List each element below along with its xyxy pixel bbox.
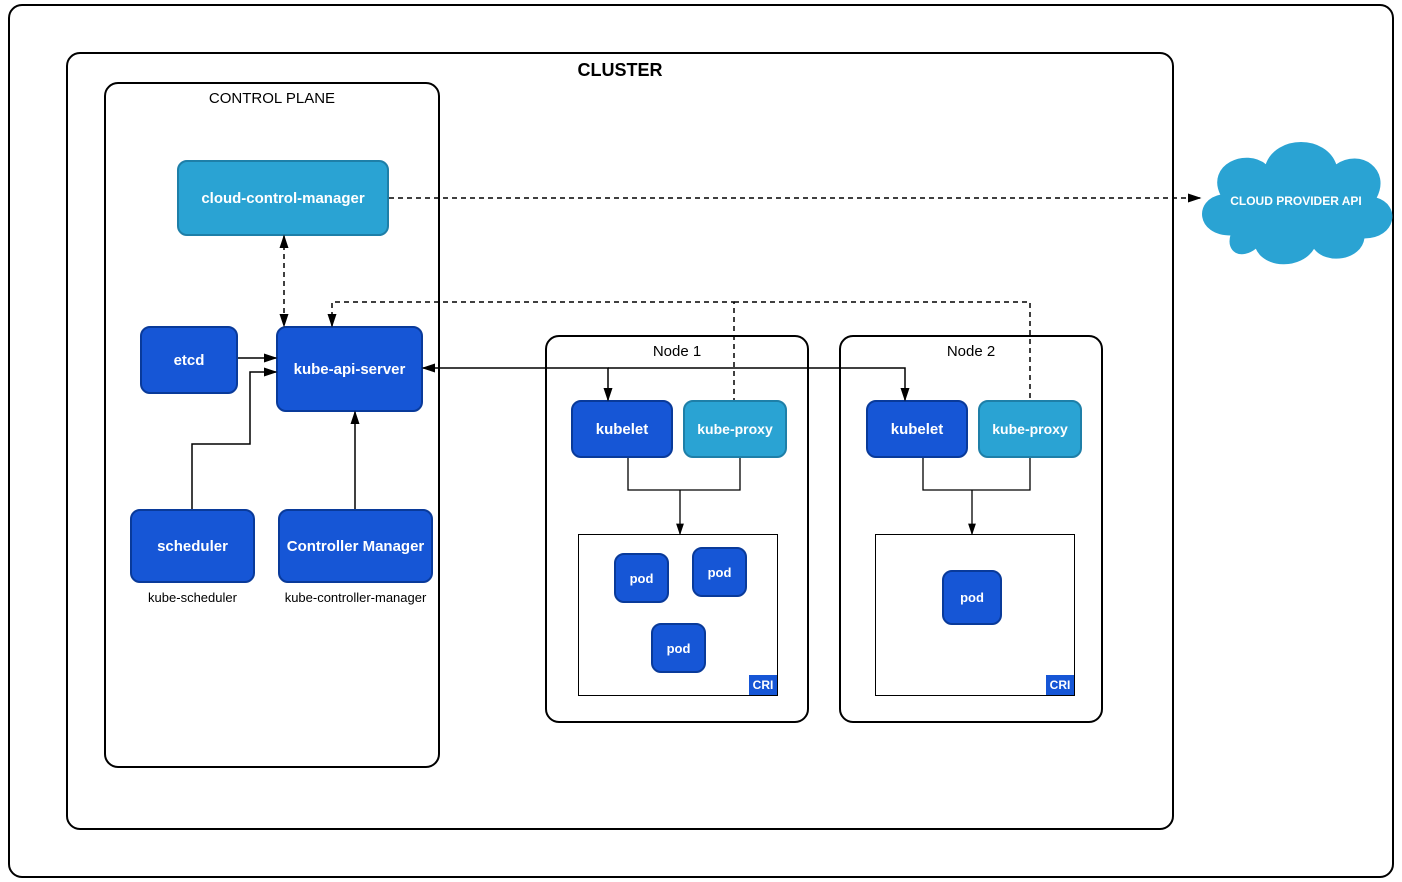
node2-kubelet-label: kubelet bbox=[891, 421, 944, 438]
node2-cri-tag: CRI bbox=[1046, 675, 1074, 695]
control-plane-title: CONTROL PLANE bbox=[106, 90, 438, 107]
node1-kubelet-label: kubelet bbox=[596, 421, 649, 438]
node2-kube-proxy-label: kube-proxy bbox=[992, 421, 1067, 437]
etcd-box: etcd bbox=[140, 326, 238, 394]
scheduler-sublabel: kube-scheduler bbox=[130, 590, 255, 605]
node2-pod1-box: pod bbox=[942, 570, 1002, 625]
controller-manager-label: Controller Manager bbox=[287, 538, 425, 555]
node1-title: Node 1 bbox=[547, 343, 807, 360]
node1-pod1-box: pod bbox=[614, 553, 669, 603]
controller-manager-sublabel: kube-controller-manager bbox=[278, 590, 433, 605]
cloud-provider-api-shape: CLOUD PROVIDER API bbox=[1186, 120, 1402, 290]
node1-pod3-box: pod bbox=[651, 623, 706, 673]
cluster-title: CLUSTER bbox=[68, 60, 1172, 81]
cloud-provider-api-label: CLOUD PROVIDER API bbox=[1230, 194, 1362, 208]
node1-kubelet-box: kubelet bbox=[571, 400, 673, 458]
scheduler-box: scheduler bbox=[130, 509, 255, 583]
kube-api-server-label: kube-api-server bbox=[294, 361, 406, 378]
node1-kube-proxy-label: kube-proxy bbox=[697, 421, 772, 437]
node1-cri-tag: CRI bbox=[749, 675, 777, 695]
node2-kube-proxy-box: kube-proxy bbox=[978, 400, 1082, 458]
controller-manager-box: Controller Manager bbox=[278, 509, 433, 583]
diagram-canvas: CLUSTER CONTROL PLANE cloud-control-mana… bbox=[0, 0, 1402, 882]
etcd-label: etcd bbox=[174, 352, 205, 369]
node2-title: Node 2 bbox=[841, 343, 1101, 360]
node1-pod2-box: pod bbox=[692, 547, 747, 597]
node1-pod1-label: pod bbox=[630, 571, 654, 586]
node1-pod3-label: pod bbox=[667, 641, 691, 656]
cloud-control-manager-label: cloud-control-manager bbox=[201, 190, 364, 207]
cloud-control-manager-box: cloud-control-manager bbox=[177, 160, 389, 236]
scheduler-label: scheduler bbox=[157, 538, 228, 555]
node2-kubelet-box: kubelet bbox=[866, 400, 968, 458]
node1-pod2-label: pod bbox=[708, 565, 732, 580]
node1-kube-proxy-box: kube-proxy bbox=[683, 400, 787, 458]
node2-pod1-label: pod bbox=[960, 590, 984, 605]
kube-api-server-box: kube-api-server bbox=[276, 326, 423, 412]
